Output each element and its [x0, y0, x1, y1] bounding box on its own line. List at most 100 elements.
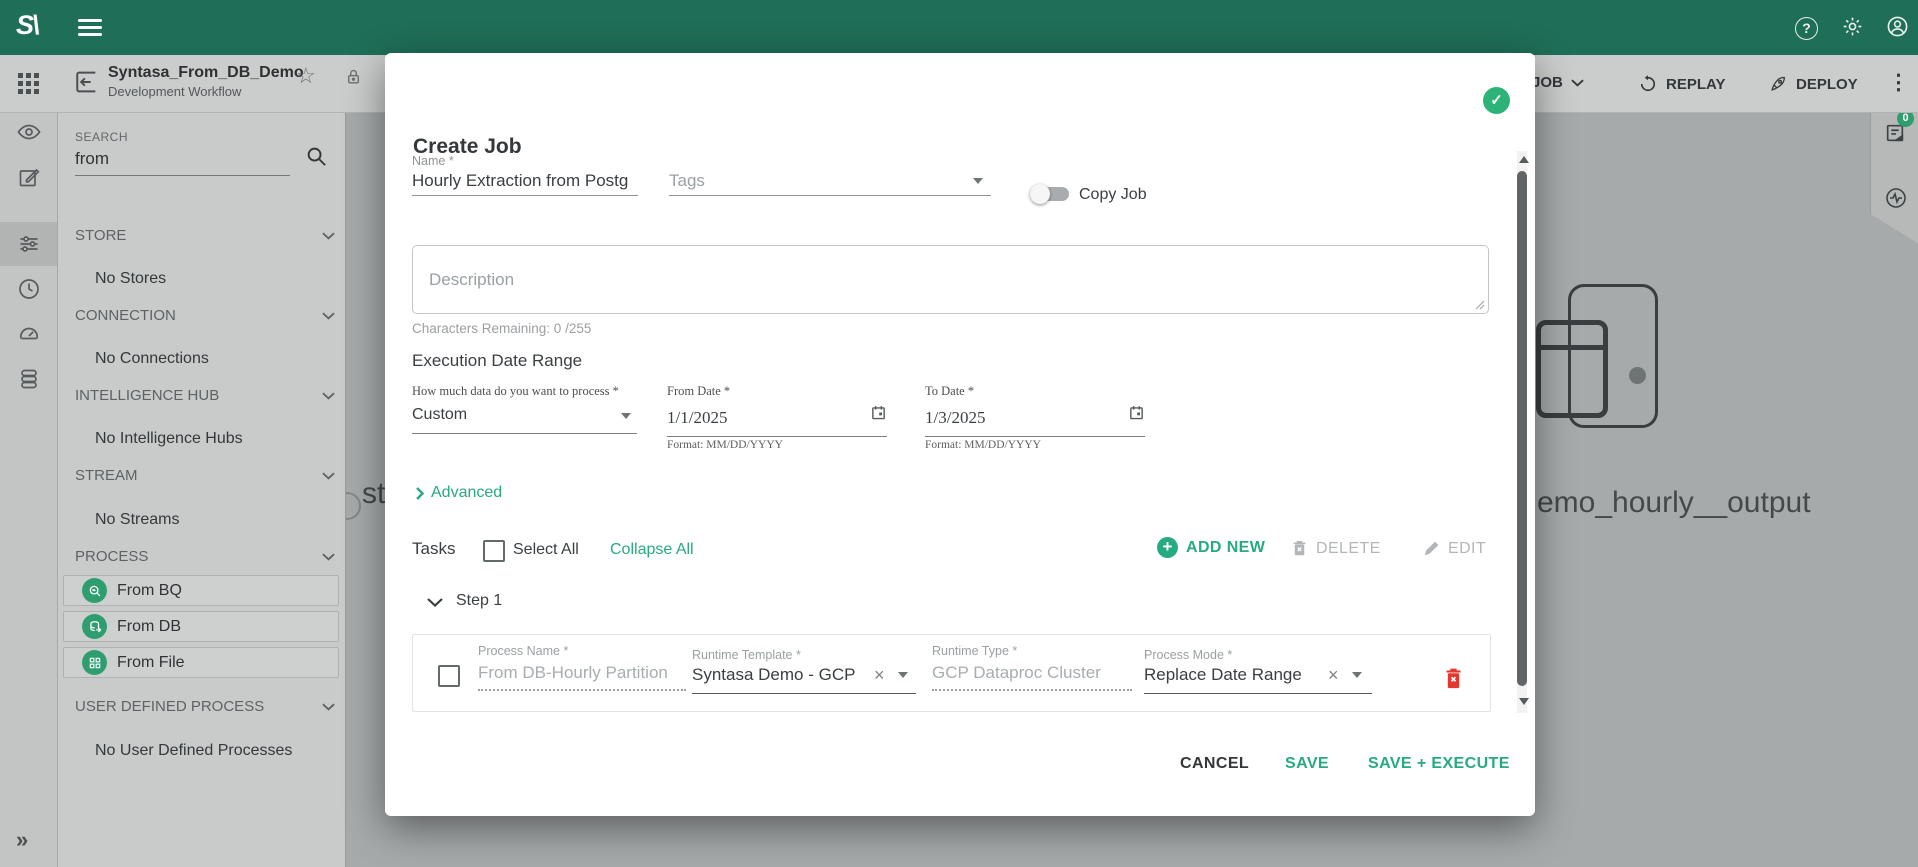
select-all-checkbox[interactable] — [483, 540, 505, 562]
dropdown-arrow-icon[interactable] — [1352, 672, 1362, 678]
from-date-format-hint: Format: MM/DD/YYYY — [667, 439, 783, 451]
workflow-type: Development Workflow — [108, 84, 241, 99]
workflow-back-icon[interactable] — [72, 68, 100, 96]
job-menu-button[interactable]: JOB — [1532, 74, 1584, 91]
syntasa-logo[interactable]: S\ — [16, 10, 38, 41]
data-amount-dropdown-arrow[interactable] — [621, 413, 631, 419]
chevron-down-icon[interactable] — [322, 312, 335, 320]
account-icon[interactable] — [1886, 15, 1910, 39]
sidebar-section-stream[interactable]: STREAM — [75, 467, 138, 484]
add-new-button[interactable]: + ADD NEW — [1157, 537, 1265, 558]
deploy-button[interactable]: DEPLOY — [1768, 74, 1858, 94]
search-label: SEARCH — [75, 130, 128, 144]
tags-dropdown-arrow[interactable] — [973, 178, 983, 184]
chevron-down-icon[interactable] — [322, 232, 335, 240]
dropdown-arrow-icon[interactable] — [898, 672, 908, 678]
collapse-all-button[interactable]: Collapse All — [610, 541, 694, 559]
canvas-node-label-partial: st — [362, 477, 385, 511]
activity-icon[interactable] — [1884, 186, 1908, 210]
db-process-icon — [82, 614, 107, 639]
chevron-down-icon[interactable] — [322, 553, 335, 561]
help-icon[interactable]: ? — [1795, 17, 1818, 40]
edit-compose-icon[interactable] — [17, 165, 41, 189]
sidebar-section-connection[interactable]: CONNECTION — [75, 307, 176, 324]
save-button[interactable]: SAVE — [1285, 755, 1329, 773]
connection-empty-text: No Connections — [95, 350, 209, 368]
delete-button[interactable]: DELETE — [1290, 539, 1381, 558]
menu-icon[interactable] — [78, 19, 102, 36]
history-clock-icon[interactable] — [17, 277, 41, 301]
task-row: Process Name * From DB-Hourly Partition … — [412, 634, 1491, 712]
store-empty-text: No Stores — [95, 270, 166, 288]
icon-rail: » — [0, 55, 58, 867]
view-eye-icon[interactable] — [17, 120, 41, 144]
data-store-icon[interactable] — [17, 367, 41, 391]
favorite-star-icon[interactable]: ☆ — [296, 63, 316, 89]
search-icon[interactable] — [305, 145, 328, 168]
process-item-label: From BQ — [117, 582, 182, 600]
resize-handle-icon[interactable] — [1475, 300, 1485, 310]
data-amount-select[interactable]: Custom — [412, 406, 637, 434]
search-input[interactable] — [75, 147, 290, 176]
runtime-template-select[interactable]: Syntasa Demo - GCP × — [692, 665, 916, 694]
job-name-input[interactable] — [412, 171, 638, 195]
stream-empty-text: No Streams — [95, 511, 179, 529]
trash-icon — [1290, 539, 1309, 558]
delete-task-icon[interactable] — [1443, 667, 1464, 690]
process-name-label: Process Name * — [478, 644, 568, 658]
create-job-modal: Create Job ✓ Name * Copy Job Characters … — [385, 53, 1535, 816]
step-collapse-chevron-icon[interactable] — [427, 598, 443, 607]
process-item-from-db[interactable]: From DB — [63, 611, 339, 642]
rocket-icon — [1768, 74, 1788, 94]
replay-icon — [1638, 74, 1658, 94]
description-input[interactable] — [413, 246, 1488, 313]
task-checkbox[interactable] — [438, 665, 460, 687]
settings-gear-icon[interactable] — [1841, 15, 1865, 39]
process-mode-select[interactable]: Replace Date Range × — [1144, 665, 1372, 694]
apps-grid-icon[interactable] — [18, 73, 39, 94]
process-item-from-file[interactable]: From File — [63, 647, 339, 678]
sidebar-section-process[interactable]: PROCESS — [75, 548, 148, 565]
to-date-calendar-icon[interactable] — [1128, 404, 1145, 421]
to-date-input[interactable]: 1/3/2025 — [925, 408, 1145, 437]
app-root: st emo_hourly__output 0 S\ ? — [0, 0, 1918, 867]
monitor-gauge-icon[interactable] — [17, 322, 41, 346]
plus-circle-icon: + — [1157, 537, 1178, 558]
edit-button[interactable]: EDIT — [1422, 539, 1486, 558]
canvas-node-table-glyph[interactable] — [1536, 320, 1608, 418]
clear-icon[interactable]: × — [874, 668, 885, 682]
chevron-down-icon[interactable] — [322, 472, 335, 480]
from-date-calendar-icon[interactable] — [870, 404, 887, 421]
chevron-right-icon — [416, 487, 424, 500]
more-options-icon[interactable]: ⋮ — [1888, 70, 1909, 95]
tags-input[interactable] — [669, 171, 991, 195]
valid-check-icon: ✓ — [1483, 87, 1510, 114]
modal-scrollbar-thumb[interactable] — [1517, 171, 1527, 686]
clear-icon[interactable]: × — [1328, 668, 1339, 682]
replay-button[interactable]: REPLAY — [1638, 74, 1725, 94]
runtime-template-value: Syntasa Demo - GCP — [692, 665, 855, 684]
from-date-input[interactable]: 1/1/2025 — [667, 408, 887, 437]
advanced-toggle[interactable]: Advanced — [416, 484, 502, 502]
cancel-button[interactable]: CANCEL — [1180, 755, 1249, 773]
node-connector-dot[interactable] — [1629, 367, 1646, 384]
scroll-down-arrow-icon[interactable] — [1519, 698, 1529, 705]
sidebar-section-intelligence-hub[interactable]: INTELLIGENCE HUB — [75, 387, 219, 404]
scroll-up-arrow-icon[interactable] — [1519, 156, 1529, 163]
process-item-from-bq[interactable]: From BQ — [63, 575, 339, 606]
chevron-down-icon[interactable] — [322, 703, 335, 711]
to-date-value: 1/3/2025 — [925, 408, 985, 427]
to-date-format-hint: Format: MM/DD/YYYY — [925, 439, 1041, 451]
sidebar-section-store[interactable]: STORE — [75, 227, 126, 244]
expand-sidebar-icon[interactable]: » — [16, 827, 28, 853]
workflow-settings-icon[interactable] — [17, 232, 41, 256]
save-execute-button[interactable]: SAVE + EXECUTE — [1368, 755, 1510, 773]
component-sidebar: SEARCH STORE No Stores CONNECTION No Con… — [57, 55, 346, 867]
runtime-template-label: Runtime Template * — [692, 648, 801, 662]
chevron-down-icon[interactable] — [322, 392, 335, 400]
canvas-node-label: emo_hourly__output — [1537, 486, 1811, 520]
sidebar-section-user-defined-process[interactable]: USER DEFINED PROCESS — [75, 698, 264, 715]
job-menu-label: JOB — [1532, 74, 1563, 91]
process-item-label: From File — [117, 654, 185, 672]
copy-job-toggle-knob[interactable] — [1030, 184, 1050, 204]
